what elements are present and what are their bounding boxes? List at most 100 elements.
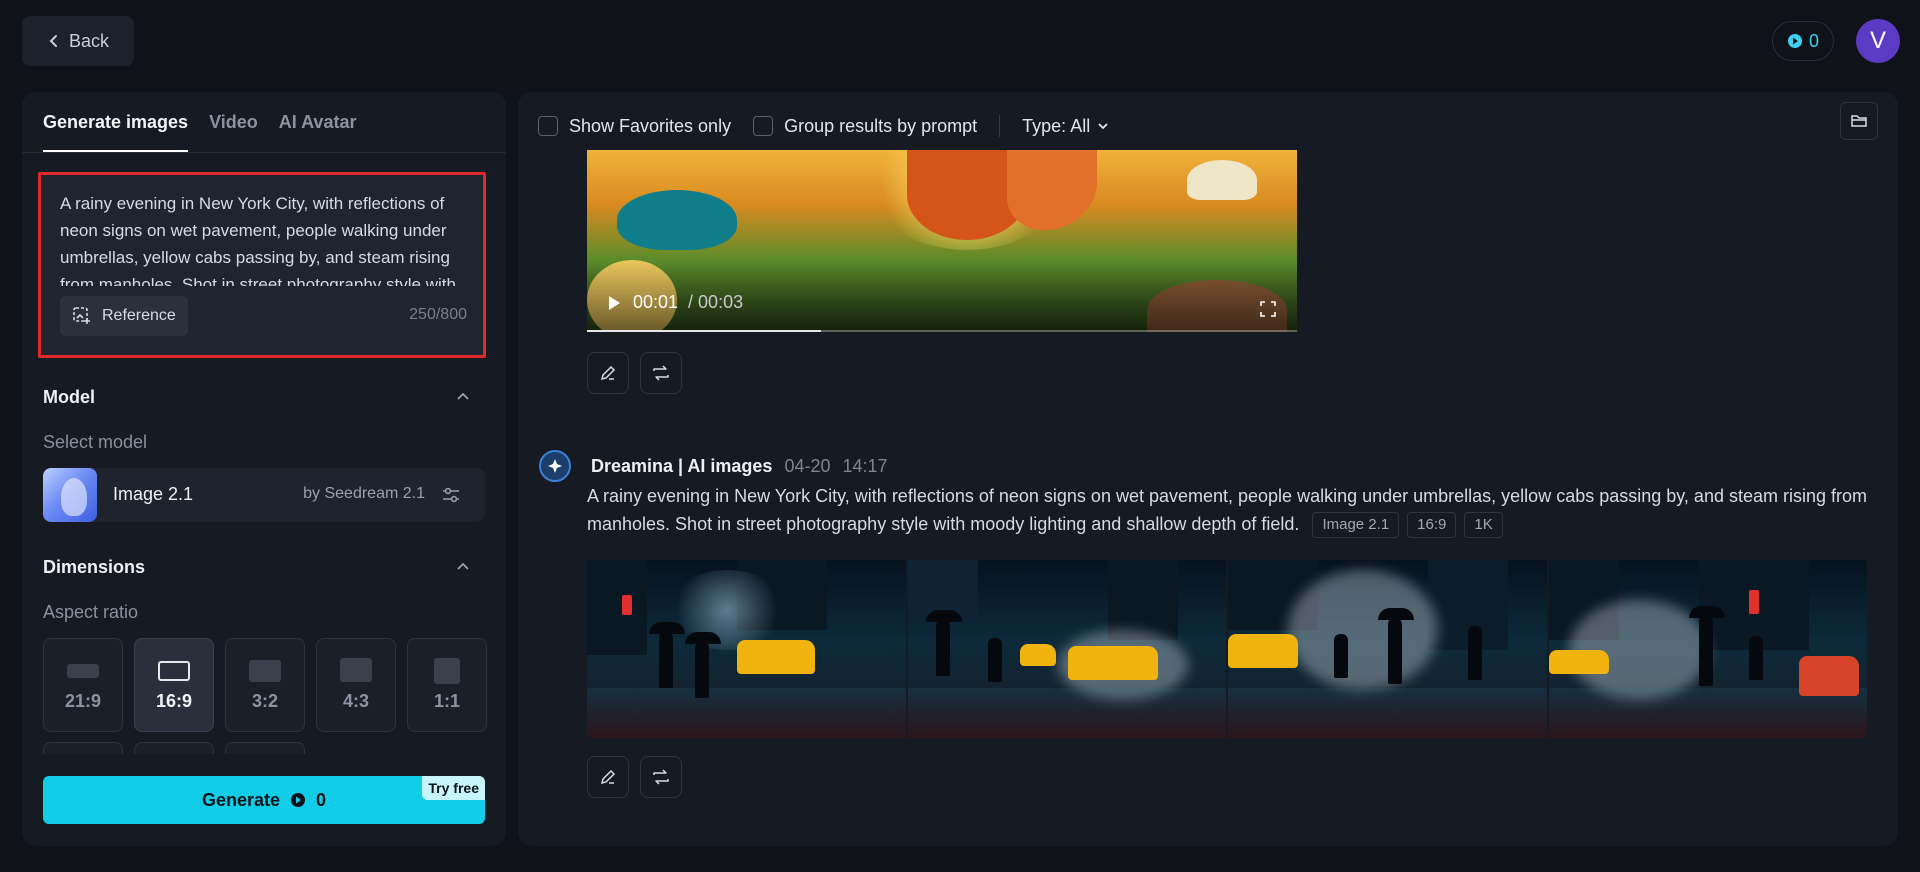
- result-image[interactable]: [587, 560, 906, 738]
- credits-badge[interactable]: 0: [1772, 21, 1834, 61]
- regenerate-button[interactable]: [640, 352, 682, 394]
- result-image[interactable]: [1228, 560, 1547, 738]
- generation-header: Dreamina | AI images 04-20 14:17: [539, 450, 888, 482]
- video-frame-detail: [617, 190, 737, 250]
- back-label: Back: [68, 30, 110, 51]
- avatar-initial: V: [1869, 27, 1886, 54]
- video-progress-fill: [587, 330, 822, 332]
- ratio-label: 3:2: [251, 691, 278, 711]
- aspect-option-16-9[interactable]: 16:9: [134, 638, 214, 732]
- video-frame-detail: [1187, 160, 1257, 200]
- video-controls: 00:01 / 00:03: [605, 292, 743, 313]
- chevron-up-icon[interactable]: [456, 560, 470, 574]
- sliders-icon[interactable]: [441, 485, 461, 505]
- image-detail: [1748, 590, 1759, 614]
- generation-panel: Generate images Video AI Avatar A rainy …: [22, 92, 506, 846]
- back-button[interactable]: Back: [22, 16, 134, 66]
- type-filter-dropdown[interactable]: Type: All: [1022, 116, 1110, 137]
- model-name: Image 2.1: [113, 484, 194, 504]
- prompt-input-box[interactable]: A rainy evening in New York City, with r…: [38, 172, 486, 358]
- ratio-shape: [158, 661, 190, 681]
- ratio-label: 4:3: [342, 691, 369, 711]
- image-detail: [1228, 688, 1547, 738]
- result-image[interactable]: [1548, 560, 1867, 738]
- image-detail: [1748, 636, 1763, 680]
- aspect-option-partial[interactable]: [43, 742, 123, 754]
- aspect-option-1-1[interactable]: 1:1: [407, 638, 487, 732]
- generation-source: Dreamina | AI images: [591, 455, 773, 476]
- repeat-icon: [653, 769, 669, 785]
- edit-button[interactable]: [587, 352, 629, 394]
- image-detail: [667, 570, 787, 650]
- fullscreen-icon[interactable]: [1259, 300, 1277, 318]
- chevron-down-icon: [1098, 123, 1108, 130]
- tab-generate-images[interactable]: Generate images: [43, 92, 189, 152]
- pencil-icon: [600, 769, 616, 785]
- generate-button[interactable]: Generate 0 Try free: [43, 776, 485, 824]
- credit-coin-icon: [1787, 34, 1802, 48]
- filter-bar: Show Favorites only Group results by pro…: [538, 110, 1110, 142]
- dimensions-section-title: Dimensions: [43, 557, 146, 577]
- model-selector[interactable]: Image 2.1 by Seedream 2.1: [43, 468, 485, 522]
- image-detail: [659, 632, 673, 688]
- image-detail: [587, 688, 906, 738]
- group-label[interactable]: Group results by prompt: [784, 116, 977, 137]
- folder-button[interactable]: [1840, 102, 1878, 140]
- results-panel: Show Favorites only Group results by pro…: [518, 92, 1898, 846]
- image-detail: [1468, 626, 1482, 680]
- credit-coin-icon: [291, 793, 306, 807]
- generation-prompt: A rainy evening in New York City, with r…: [587, 482, 1867, 538]
- model-thumbnail: [43, 468, 97, 522]
- video-current-time: 00:01: [633, 292, 679, 312]
- image-detail: [1334, 634, 1348, 678]
- image-detail: [695, 642, 709, 698]
- try-free-badge: Try free: [422, 776, 485, 800]
- aspect-option-3-2[interactable]: 3:2: [225, 638, 305, 732]
- image-detail: [1798, 656, 1859, 696]
- group-checkbox[interactable]: [753, 116, 774, 136]
- aspect-option-21-9[interactable]: 21:9: [43, 638, 123, 732]
- repeat-icon: [653, 365, 669, 381]
- aspect-ratio-options-row2: [43, 742, 305, 754]
- image-detail: [935, 620, 950, 676]
- image-detail: [1107, 560, 1178, 640]
- image-detail: [1288, 570, 1438, 690]
- avatar[interactable]: V: [1856, 19, 1900, 63]
- generation-time: 14:17: [842, 455, 888, 476]
- ratio-tag: 16:9: [1407, 512, 1457, 538]
- chevron-left-icon: [49, 35, 57, 47]
- reference-button[interactable]: Reference: [60, 296, 188, 336]
- folder-icon: [1851, 115, 1867, 127]
- select-model-label: Select model: [43, 432, 148, 452]
- pencil-icon: [600, 365, 616, 381]
- model-tag: Image 2.1: [1312, 512, 1400, 538]
- video-player[interactable]: 00:01 / 00:03: [587, 150, 1297, 332]
- prompt-textarea[interactable]: A rainy evening in New York City, with r…: [60, 190, 470, 286]
- video-frame-detail: [1007, 150, 1097, 230]
- image-detail: [622, 595, 632, 615]
- play-icon[interactable]: [605, 294, 623, 312]
- generate-label: Generate: [201, 789, 281, 810]
- image-detail: [737, 640, 815, 674]
- model-provider: by Seedream 2.1: [303, 485, 425, 502]
- model-section-title: Model: [43, 387, 95, 407]
- filter-divider: [999, 115, 1001, 137]
- favorites-label[interactable]: Show Favorites only: [569, 116, 731, 137]
- tabs-divider: [22, 152, 506, 153]
- chevron-up-icon[interactable]: [456, 390, 470, 404]
- aspect-ratio-label: Aspect ratio: [43, 602, 139, 622]
- ratio-label: 21:9: [64, 691, 102, 711]
- regenerate-button[interactable]: [640, 756, 682, 798]
- edit-button[interactable]: [587, 756, 629, 798]
- tab-video[interactable]: Video: [209, 92, 258, 152]
- result-image[interactable]: [907, 560, 1226, 738]
- aspect-option-partial[interactable]: [225, 742, 305, 754]
- image-detail: [1698, 616, 1713, 686]
- aspect-option-4-3[interactable]: 4:3: [316, 638, 396, 732]
- aspect-option-partial[interactable]: [134, 742, 214, 754]
- dreamina-logo-icon: [539, 450, 571, 482]
- result-images: [587, 560, 1867, 738]
- video-progress-bar[interactable]: [587, 330, 1297, 332]
- favorites-checkbox[interactable]: [538, 116, 558, 136]
- tab-ai-avatar[interactable]: AI Avatar: [279, 92, 357, 152]
